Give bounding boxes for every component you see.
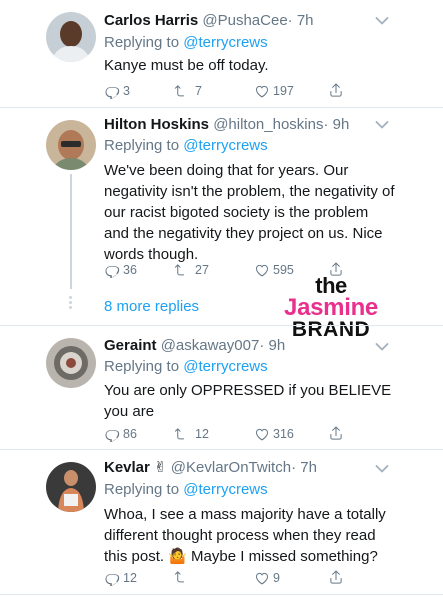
avatar[interactable] (46, 338, 96, 388)
chevron-down-icon[interactable] (375, 120, 389, 130)
retweet-count: 27 (195, 263, 209, 277)
like-count: 197 (273, 84, 294, 98)
share-button[interactable] (328, 425, 344, 441)
reply-count: 12 (123, 571, 137, 585)
tweet-header: Kevlar ✌ @KevlarOnTwitch· 7h (104, 459, 317, 477)
share-button[interactable] (328, 569, 344, 585)
retweet-icon (174, 426, 192, 442)
retweet-icon (174, 83, 192, 99)
replying-to-label: Replying to (104, 481, 180, 498)
reply-button[interactable]: 12 (104, 569, 137, 587)
user-handle[interactable]: @askaway007 (161, 337, 260, 354)
retweet-button[interactable] (174, 569, 195, 585)
timestamp[interactable]: · 7h (291, 459, 317, 476)
like-count: 316 (273, 427, 294, 441)
mention-link[interactable]: @terrycrews (183, 34, 267, 51)
reply-icon (104, 262, 120, 278)
watermark-line-2: Jasmine (284, 294, 378, 321)
reply-button[interactable]: 86 (104, 425, 137, 443)
user-handle[interactable]: @PushaCee (202, 12, 287, 29)
mention-link[interactable]: @terrycrews (183, 137, 267, 154)
tweet-header: Hilton Hoskins @hilton_hoskins· 9h (104, 116, 349, 134)
more-replies-link[interactable]: 8 more replies (104, 298, 199, 316)
share-button[interactable] (328, 82, 344, 98)
timestamp[interactable]: · 9h (323, 116, 349, 133)
tweet-text: We've been doing that for years. Our neg… (104, 162, 395, 263)
timestamp[interactable]: · 7h (288, 12, 314, 29)
user-handle[interactable]: @hilton_hoskins (213, 116, 323, 133)
avatar[interactable] (46, 462, 96, 512)
reply-icon (104, 570, 120, 586)
share-icon (328, 82, 344, 98)
reply-icon (104, 426, 120, 442)
retweet-button[interactable]: 7 (174, 82, 202, 100)
retweet-icon (174, 569, 192, 585)
tweet-text: You are only OPPRESSED if you BELIEVE yo… (104, 382, 392, 420)
replying-to-label: Replying to (104, 358, 180, 375)
timestamp[interactable]: · 9h (259, 337, 285, 354)
tweet-header: Carlos Harris @PushaCee· 7h (104, 12, 314, 30)
replying-to: Replying to @terrycrews (104, 137, 268, 155)
replying-to-label: Replying to (104, 34, 180, 51)
like-button[interactable]: 197 (254, 82, 294, 100)
reply-count: 86 (123, 427, 137, 441)
victory-hand-emoji: ✌ (154, 459, 167, 476)
thread-dots (69, 296, 73, 311)
user-handle[interactable]: @KevlarOnTwitch (171, 459, 291, 476)
like-icon (254, 262, 270, 278)
like-icon (254, 570, 270, 586)
reply-icon (104, 83, 120, 99)
retweet-button[interactable]: 12 (174, 425, 209, 443)
tweet-text: Kanye must be off today. (104, 57, 269, 74)
replying-to: Replying to @terrycrews (104, 481, 268, 499)
display-name[interactable]: Geraint (104, 337, 157, 354)
chevron-down-icon[interactable] (375, 342, 389, 352)
retweet-button[interactable]: 27 (174, 261, 209, 279)
chevron-down-icon[interactable] (375, 16, 389, 26)
share-icon (328, 569, 344, 585)
display-name[interactable]: Kevlar (104, 459, 150, 476)
mention-link[interactable]: @terrycrews (183, 358, 267, 375)
display-name[interactable]: Hilton Hoskins (104, 116, 209, 133)
tweet-card[interactable]: Kevlar ✌ @KevlarOnTwitch· 7h Replying to… (0, 450, 443, 597)
tweet-text: Whoa, I see a mass majority have a total… (104, 506, 386, 565)
reply-button[interactable]: 36 (104, 261, 137, 279)
reply-count: 3 (123, 84, 130, 98)
retweet-count: 7 (195, 84, 202, 98)
like-button[interactable]: 316 (254, 425, 294, 443)
thread-line (70, 174, 72, 289)
retweet-icon (174, 262, 192, 278)
display-name[interactable]: Carlos Harris (104, 12, 198, 29)
like-icon (254, 83, 270, 99)
watermark-line-1: the (315, 273, 347, 298)
like-icon (254, 426, 270, 442)
chevron-down-icon[interactable] (375, 464, 389, 474)
reply-button[interactable]: 3 (104, 82, 130, 100)
like-button[interactable]: 9 (254, 569, 280, 587)
tweet-card[interactable]: Carlos Harris @PushaCee· 7h Replying to … (0, 0, 443, 107)
divider (0, 594, 443, 595)
retweet-count: 12 (195, 427, 209, 441)
tweet-actions: 12 9 (104, 569, 354, 587)
reply-count: 36 (123, 263, 137, 277)
replying-to-label: Replying to (104, 137, 180, 154)
like-count: 9 (273, 571, 280, 585)
tweet-actions: 3 7 197 (104, 82, 354, 100)
replying-to: Replying to @terrycrews (104, 358, 268, 376)
replying-to: Replying to @terrycrews (104, 34, 268, 52)
tweet-actions: 86 12 316 (104, 425, 354, 443)
mention-link[interactable]: @terrycrews (183, 481, 267, 498)
share-icon (328, 425, 344, 441)
avatar[interactable] (46, 12, 96, 62)
tweet-header: Geraint @askaway007· 9h (104, 337, 285, 355)
tweet-card[interactable]: Geraint @askaway007· 9h Replying to @ter… (0, 326, 443, 448)
avatar[interactable] (46, 120, 96, 170)
